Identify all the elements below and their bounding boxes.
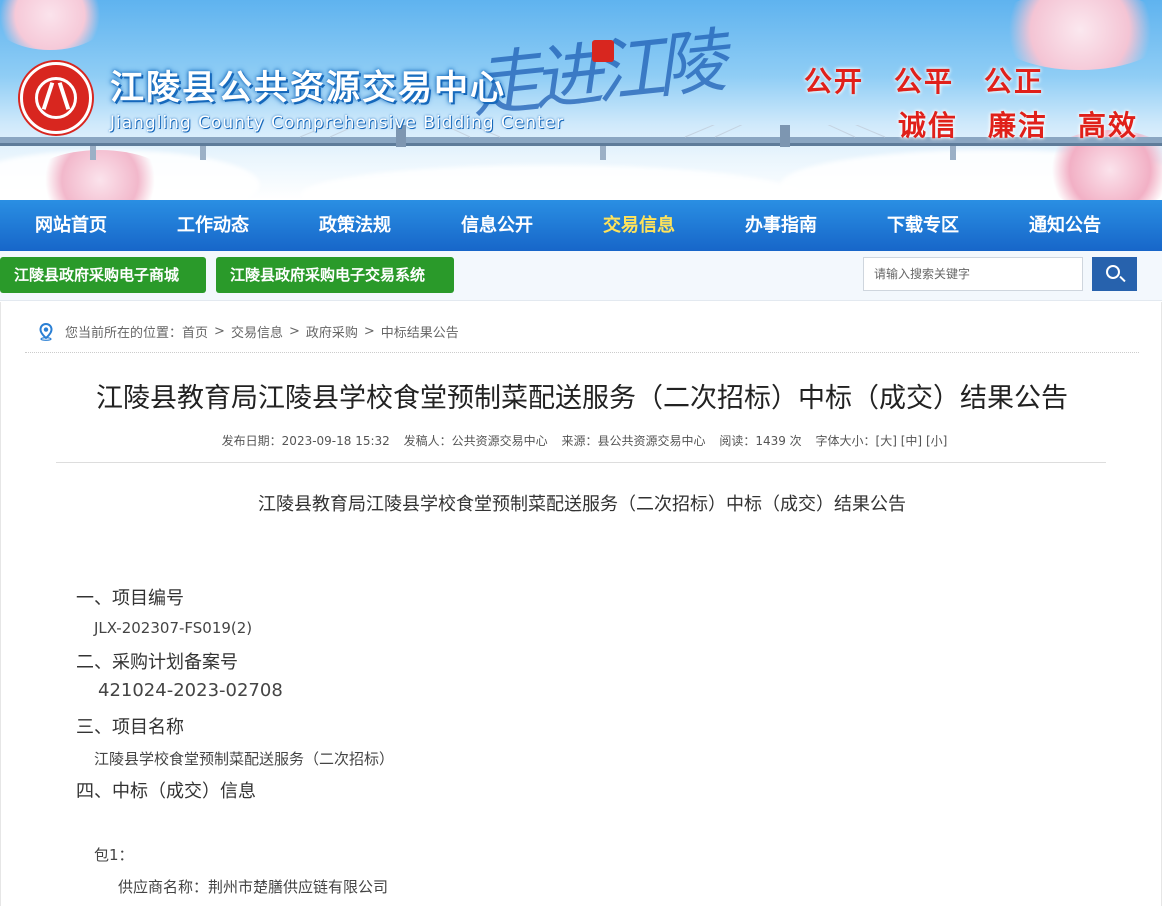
nav-item-policy[interactable]: 政策法规 [284, 200, 426, 251]
breadcrumb-separator: > [214, 324, 225, 339]
divider [56, 462, 1106, 463]
motto-row-1: 公开 公平 公正 [803, 65, 1044, 98]
package-label: 包1： [94, 846, 134, 864]
nav-item-guide[interactable]: 办事指南 [710, 200, 852, 251]
e-trading-system-button[interactable]: 江陵县政府采购电子交易系统 [216, 257, 454, 293]
nav-item-home[interactable]: 网站首页 [0, 200, 142, 251]
breadcrumb-gov-procurement[interactable]: 政府采购 [306, 322, 358, 341]
breadcrumb-trade-info[interactable]: 交易信息 [231, 322, 283, 341]
breadcrumb-award-notice[interactable]: 中标结果公告 [381, 322, 459, 341]
blossom-decoration [0, 0, 110, 50]
publish-date: 发布日期：2023-09-18 15:32 [221, 434, 390, 448]
breadcrumb-home[interactable]: 首页 [182, 322, 208, 341]
calligraphy-seal [592, 40, 614, 62]
project-number: JLX-202307-FS019(2) [94, 619, 253, 637]
article-content: 您当前所在的位置： 首页 > 交易信息 > 政府采购 > 中标结果公告 江陵县教… [0, 302, 1162, 906]
font-size-medium[interactable]: [中] [901, 434, 922, 448]
site-banner: 走进江陵 江陵县公共资源交易中心 Jiangling County Compre… [0, 0, 1162, 200]
section-1-heading: 一、项目编号 [76, 588, 184, 609]
author: 发稿人：公共资源交易中心 [403, 434, 548, 448]
section-2-heading: 二、采购计划备案号 [76, 652, 238, 673]
motto-row-2: 诚信 廉洁 高效 [897, 109, 1138, 142]
article-title: 江陵县教育局江陵县学校食堂预制菜配送服务（二次招标）中标（成交）结果公告 [96, 383, 1068, 414]
site-subtitle: Jiangling County Comprehensive Bidding C… [110, 113, 565, 133]
source: 来源：县公共资源交易中心 [561, 434, 706, 448]
breadcrumb-prefix: 您当前所在的位置： [65, 326, 183, 341]
e-mall-button[interactable]: 江陵县政府采购电子商城 [0, 257, 206, 293]
location-pin-icon [37, 322, 55, 341]
breadcrumb-separator: > [288, 324, 300, 339]
nav-item-disclosure[interactable]: 信息公开 [426, 200, 568, 251]
search-input[interactable] [863, 257, 1083, 291]
nav-item-trade-info[interactable]: 交易信息 [568, 200, 710, 251]
read-count: 阅读：1439 次 [719, 434, 802, 448]
search-icon [1106, 265, 1120, 279]
nav-item-work-news[interactable]: 工作动态 [142, 200, 284, 251]
supplier-name: 供应商名称：荆州市楚膳供应链有限公司 [118, 878, 389, 896]
article-meta: 发布日期：2023-09-18 15:32 发稿人：公共资源交易中心 来源：县公… [1, 432, 1162, 449]
main-nav: 网站首页 工作动态 政策法规 信息公开 交易信息 办事指南 下载专区 通知公告 [0, 200, 1162, 251]
section-3-heading: 三、项目名称 [76, 717, 184, 738]
quick-bar: 江陵县政府采购电子商城 江陵县政府采购电子交易系统 [0, 251, 1162, 301]
site-title: 江陵县公共资源交易中心 [110, 68, 506, 108]
nav-item-notices[interactable]: 通知公告 [994, 200, 1136, 251]
site-logo[interactable] [20, 62, 92, 134]
section-4-heading: 四、中标（成交）信息 [76, 781, 256, 802]
project-name: 江陵县学校食堂预制菜配送服务（二次招标） [94, 750, 395, 768]
divider [25, 352, 1139, 353]
nav-item-downloads[interactable]: 下载专区 [852, 200, 994, 251]
font-size-small[interactable]: [小] [926, 434, 947, 448]
breadcrumb-separator: > [363, 324, 375, 339]
font-size-label: 字体大小： [815, 434, 876, 448]
procurement-plan-number: 421024-2023-02708 [98, 680, 283, 701]
font-size-large[interactable]: [大] [876, 434, 897, 448]
body-title: 江陵县教育局江陵县学校食堂预制菜配送服务（二次招标）中标（成交）结果公告 [258, 494, 906, 515]
breadcrumb: 您当前所在的位置： 首页 > 交易信息 > 政府采购 > 中标结果公告 [37, 322, 459, 341]
search-button[interactable] [1092, 257, 1137, 291]
